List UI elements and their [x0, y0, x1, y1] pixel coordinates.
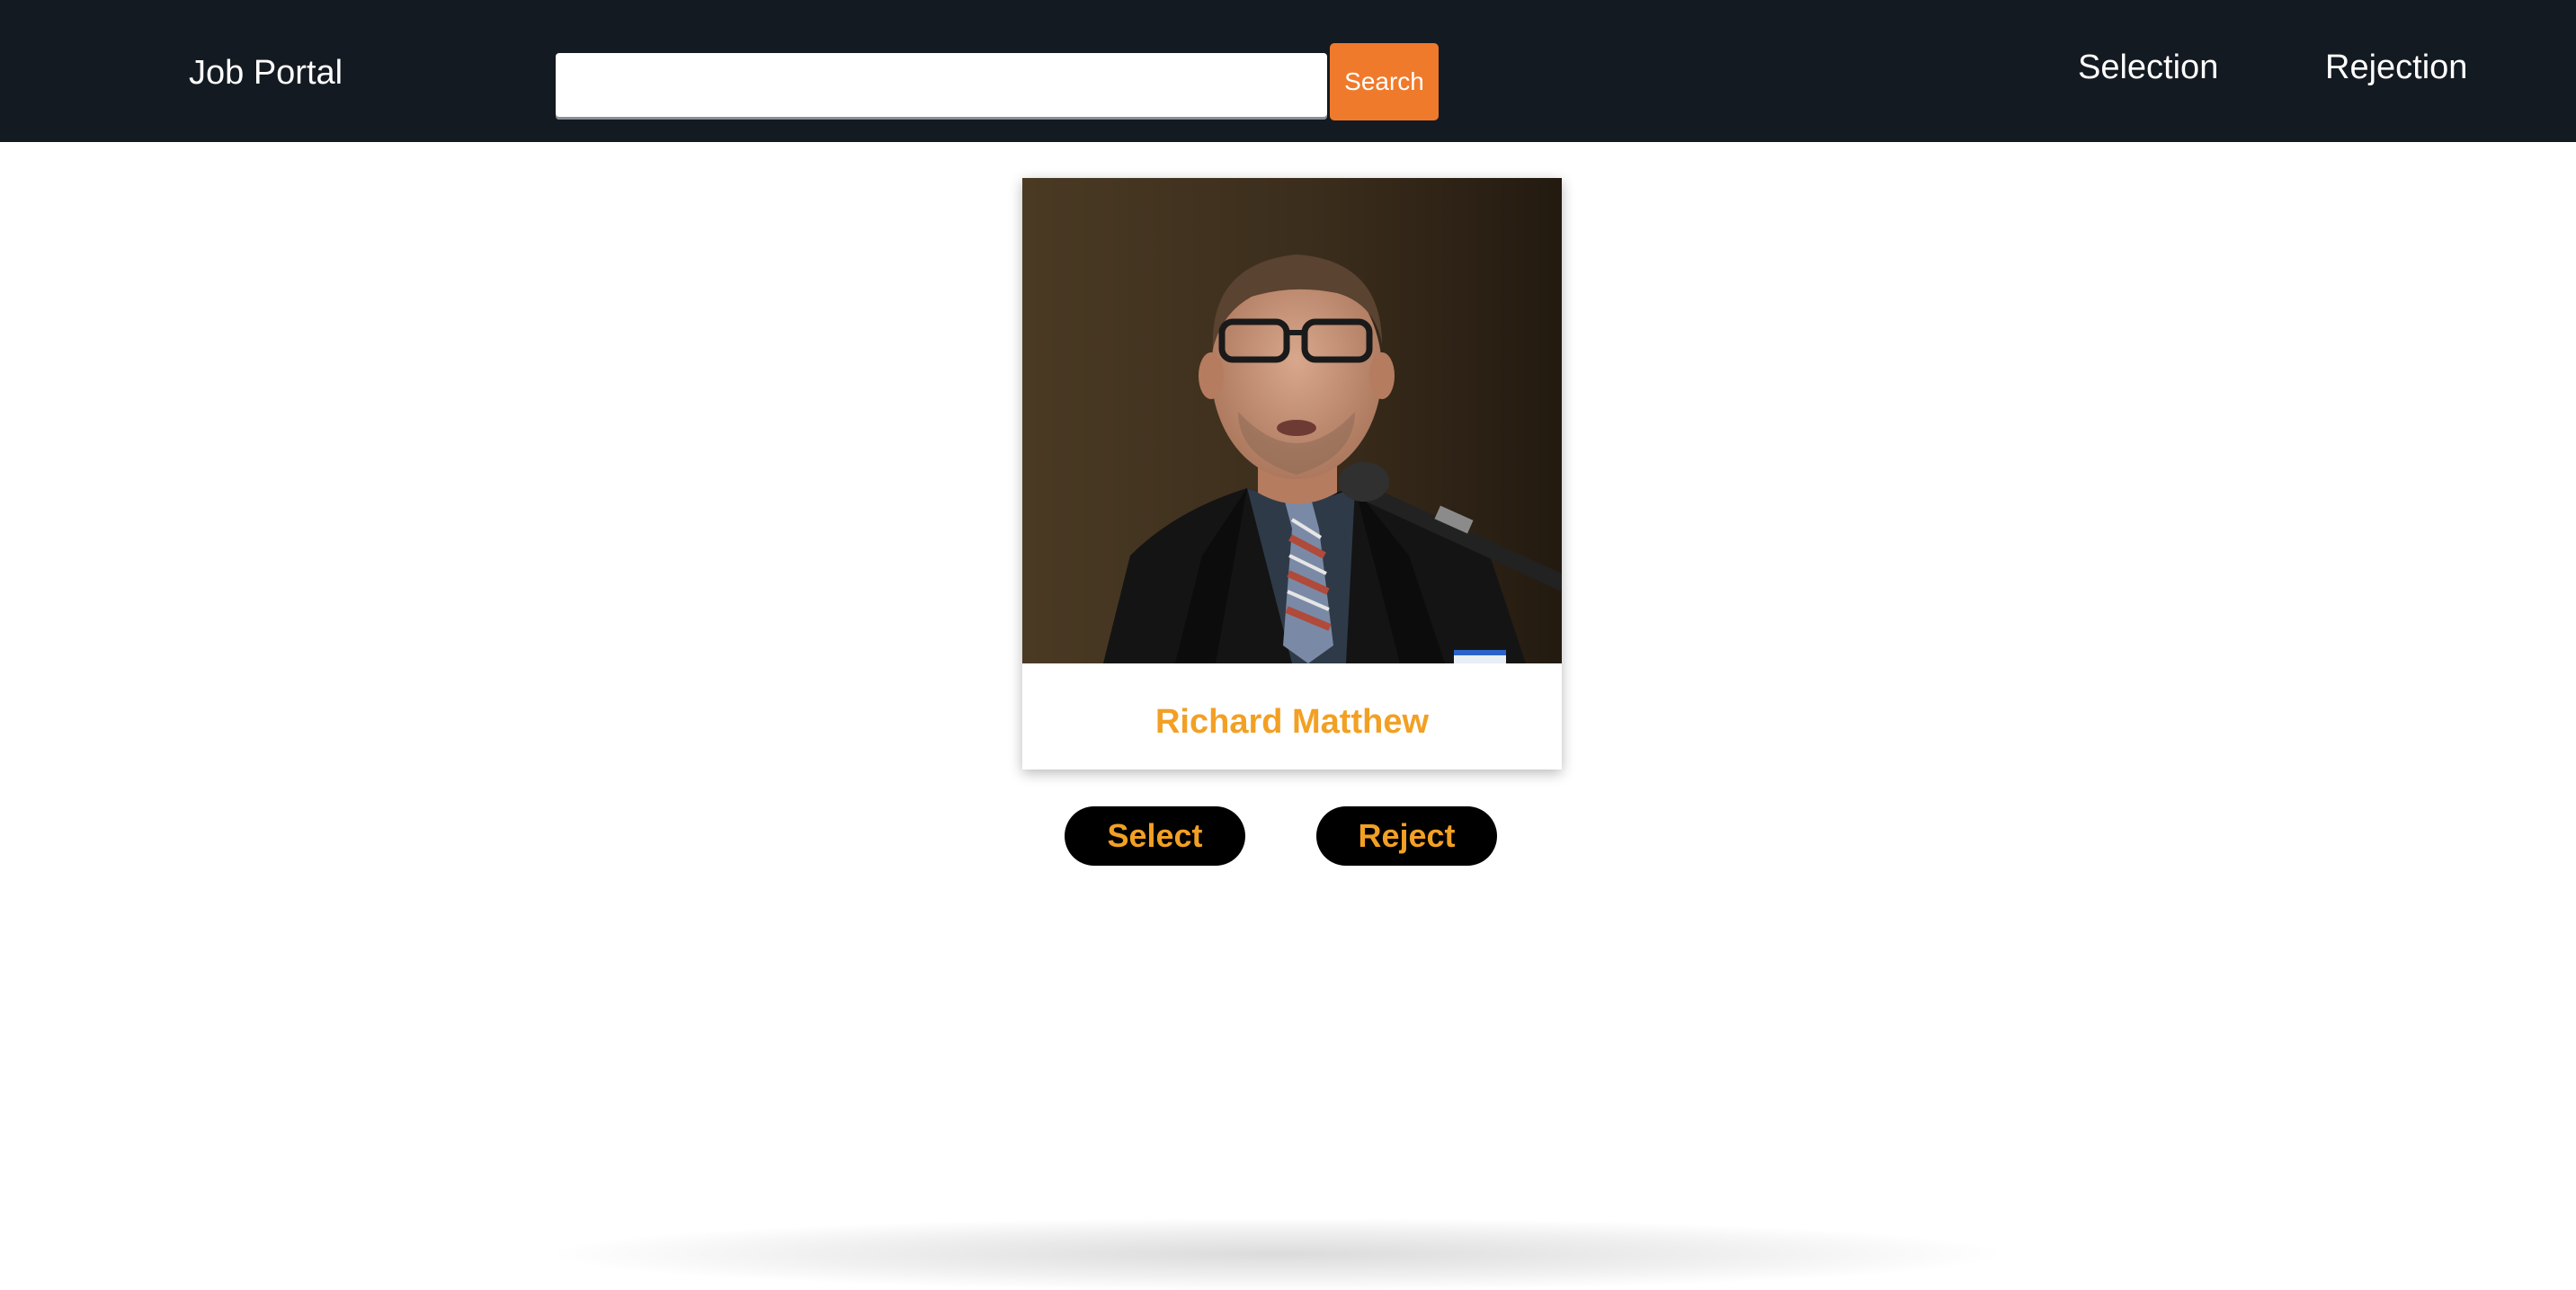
candidate-name: Richard Matthew [1154, 703, 1430, 741]
bottom-shadow-decoration [557, 1218, 1996, 1290]
select-button[interactable]: Select [1065, 806, 1245, 866]
brand-title[interactable]: Job Portal [189, 56, 343, 90]
candidate-portrait-image [1022, 178, 1562, 663]
candidate-photo [1022, 178, 1562, 663]
top-navbar: Job Portal Search Selection Rejection [0, 0, 2576, 142]
nav-link-selection[interactable]: Selection [2078, 50, 2218, 85]
candidate-card: Richard Matthew [1022, 178, 1562, 770]
search-button[interactable]: Search [1330, 43, 1439, 120]
search-input[interactable] [556, 53, 1327, 120]
nav-link-rejection[interactable]: Rejection [2325, 50, 2467, 85]
reject-button[interactable]: Reject [1316, 806, 1497, 866]
